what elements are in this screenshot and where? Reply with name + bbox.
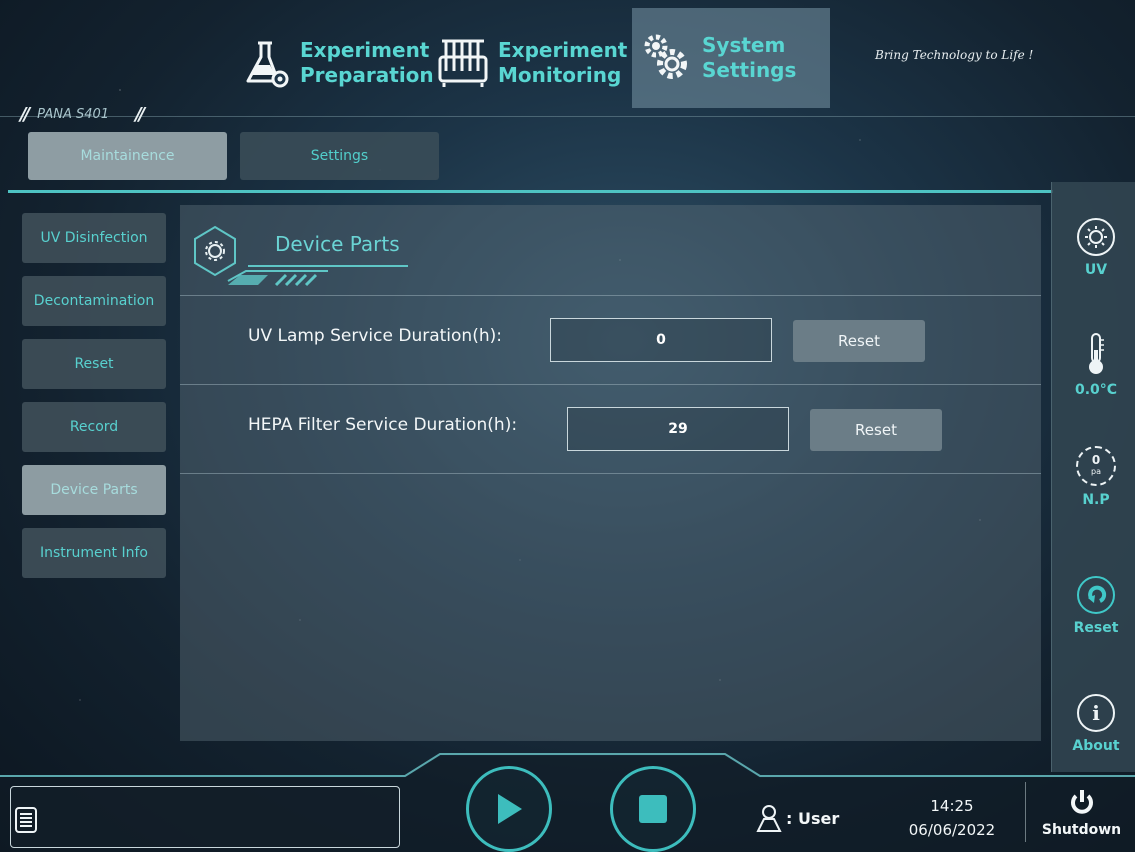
tab-label-line2: Settings	[702, 58, 797, 82]
temperature-value: 0.0°C	[1074, 382, 1118, 398]
gears-icon	[644, 34, 687, 79]
sidebar-item-decontamination[interactable]: Decontamination	[22, 276, 166, 326]
power-icon	[1070, 790, 1093, 814]
tab-experiment-preparation[interactable]: Experiment Preparation	[240, 18, 434, 108]
panel-header: Device Parts	[180, 205, 1041, 296]
tab-experiment-monitoring[interactable]: Experiment Monitoring	[436, 18, 627, 108]
pressure-label: N.P	[1082, 492, 1110, 508]
shutdown-label: Shutdown	[1041, 822, 1122, 838]
uv-lamp-label: UV Lamp Service Duration(h):	[248, 326, 502, 346]
tab-label-line2: Monitoring	[498, 63, 622, 87]
subtab-maintenance[interactable]: Maintainence	[28, 132, 227, 180]
pressure-unit: pa	[1091, 467, 1101, 476]
log-icon	[15, 807, 37, 833]
play-icon	[498, 794, 522, 824]
thermometer-icon	[1089, 333, 1104, 374]
uv-lamp-duration-field[interactable]: 0	[550, 318, 772, 362]
tab-label-line1: Experiment	[300, 38, 430, 62]
brand-name: PANA S401	[37, 107, 110, 122]
section-divider	[8, 190, 1053, 193]
hepa-filter-reset-button[interactable]: Reset	[810, 409, 942, 451]
clock-time: 14:25	[930, 797, 974, 815]
info-icon: i	[1077, 694, 1115, 732]
sidebar-item-device-parts[interactable]: Device Parts	[22, 465, 166, 515]
stop-button[interactable]	[610, 766, 696, 852]
tube-rack-icon	[438, 39, 488, 87]
tab-label-line1: System	[702, 33, 786, 57]
shutdown-button[interactable]: Shutdown	[1034, 788, 1129, 838]
clock: 14:25 06/06/2022	[888, 794, 1016, 842]
tab-system-settings[interactable]: System Settings	[632, 8, 830, 108]
brand-slash-left: //	[20, 104, 30, 125]
brand-area: // PANA S401 //	[20, 104, 145, 125]
user-icon	[756, 805, 782, 832]
tab-label-line2: Preparation	[300, 63, 434, 87]
hepa-filter-row: HEPA Filter Service Duration(h): 29 Rese…	[180, 385, 1041, 474]
clock-date: 06/06/2022	[908, 821, 996, 839]
uv-lamp-row: UV Lamp Service Duration(h): 0 Reset	[180, 296, 1041, 385]
log-panel[interactable]	[10, 786, 400, 848]
slogan: Bring Technology to Life !	[875, 48, 1034, 62]
footer-divider	[1025, 782, 1026, 842]
device-parts-panel: Device Parts UV Lamp Service Duration(h)…	[180, 205, 1041, 741]
uv-lamp-reset-button[interactable]: Reset	[793, 320, 925, 362]
uv-label: UV	[1084, 262, 1108, 278]
hepa-filter-label: HEPA Filter Service Duration(h):	[248, 415, 518, 435]
user-label: : User	[786, 808, 840, 828]
sidebar-item-instrument-info[interactable]: Instrument Info	[22, 528, 166, 578]
pressure-status: 0 pa N.P	[1057, 446, 1135, 508]
panel-title: Device Parts	[275, 232, 400, 256]
reset-label: Reset	[1073, 620, 1119, 636]
reset-status-button[interactable]: Reset	[1057, 576, 1135, 636]
sidebar-item-record[interactable]: Record	[22, 402, 166, 452]
sidebar-item-reset[interactable]: Reset	[22, 339, 166, 389]
temperature-status: 0.0°C	[1057, 332, 1135, 398]
reset-icon	[1077, 576, 1115, 614]
about-button[interactable]: i About	[1057, 694, 1135, 754]
pressure-gauge-icon: 0 pa	[1076, 446, 1116, 486]
start-button[interactable]	[466, 766, 552, 852]
user-indicator[interactable]: : User	[756, 803, 839, 833]
subtab-settings[interactable]: Settings	[240, 132, 439, 180]
tab-label-line1: Experiment	[498, 38, 628, 62]
stop-icon	[639, 795, 667, 823]
sidebar-item-uv-disinfection[interactable]: UV Disinfection	[22, 213, 166, 263]
brand-slash-right: //	[135, 104, 145, 125]
pressure-value: 0	[1091, 453, 1101, 467]
uv-status[interactable]: UV	[1057, 218, 1135, 278]
header-divider	[0, 116, 1135, 117]
flask-gear-icon	[246, 41, 289, 88]
uv-lamp-icon	[1077, 218, 1115, 256]
hepa-filter-duration-field[interactable]: 29	[567, 407, 789, 451]
